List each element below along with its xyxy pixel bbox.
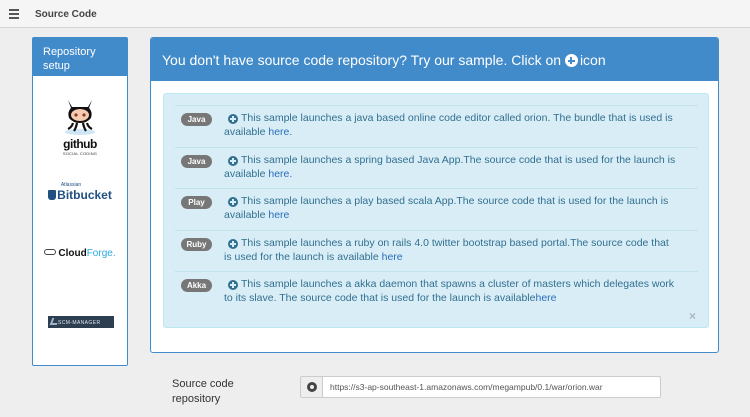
sample-description: This sample launches a ruby on rails 4.0… (224, 237, 669, 263)
github-provider[interactable]: github SOCIAL CODING (33, 94, 127, 156)
octocat-icon (65, 100, 95, 135)
sample-description: This sample launches a java based online… (224, 112, 673, 138)
source-repository-input[interactable] (324, 377, 660, 397)
github-logo-subtext: SOCIAL CODING (62, 151, 98, 156)
sample-description: This sample launches a akka daemon that … (224, 278, 675, 304)
bitbucket-provider[interactable]: Atlassian Bitbucket (33, 182, 127, 202)
scmmanager-provider[interactable]: SCM-MANAGER (48, 316, 114, 328)
language-badge: Akka (181, 279, 212, 292)
github-icon (307, 382, 317, 392)
scmmanager-logo-text: SCM-MANAGER (58, 320, 101, 326)
sidebar-title: Repository setup (33, 38, 127, 76)
github-logo-text: github (63, 137, 97, 151)
sample-row-akka: Akka This sample launches a akka daemon … (175, 271, 698, 315)
cloudforge-provider[interactable]: CloudForge. (33, 248, 127, 259)
sample-row-play: Play This sample launches a play based s… (175, 188, 698, 230)
sample-link[interactable]: here (268, 209, 289, 221)
sample-link[interactable]: here. (268, 168, 292, 180)
sample-row-java-spring: Java This sample launches a spring based… (175, 147, 698, 188)
language-badge: Java (181, 113, 212, 126)
sample-link[interactable]: here (535, 292, 556, 304)
cloudforge-logo-a: Cloud (58, 248, 87, 259)
bitbucket-icon (48, 190, 57, 200)
cloud-icon (44, 249, 57, 255)
source-repository-group (300, 376, 661, 398)
cloudforge-logo-b: Forge (86, 248, 113, 259)
bitbucket-logo-text: Bitbucket (57, 188, 112, 202)
cloudforge-logo-dot: . (112, 248, 116, 259)
language-badge: Java (181, 155, 212, 168)
close-icon[interactable]: × (689, 309, 696, 323)
page-title: Source Code (35, 9, 97, 20)
list-icon[interactable] (6, 8, 19, 19)
github-addon (301, 377, 323, 397)
language-badge: Play (181, 196, 212, 209)
sample-row-java-orion: Java This sample launches a java based o… (175, 105, 698, 147)
sample-panel: You don't have source code repository? T… (150, 37, 719, 353)
sample-description: This sample launches a play based scala … (224, 195, 669, 221)
repository-sidebar: Repository setup github SOCIAL CODING At… (32, 37, 128, 366)
sample-row-ruby: Ruby This sample launches a ruby on rail… (175, 230, 698, 271)
top-bar: Source Code (0, 0, 750, 28)
sample-link[interactable]: here (382, 251, 403, 263)
plus-circle-icon (564, 54, 578, 67)
sample-description: This sample launches a spring based Java… (224, 154, 676, 180)
sample-link[interactable]: here. (268, 126, 292, 138)
samples-alert: Java This sample launches a java based o… (163, 93, 709, 328)
source-repository-label: Source code repository (172, 378, 234, 405)
panel-heading: You don't have source code repository? T… (151, 38, 718, 81)
language-badge: Ruby (181, 238, 212, 251)
panel-heading-prefix: You don't have source code repository? T… (162, 52, 562, 68)
panel-heading-suffix: icon (579, 52, 606, 68)
